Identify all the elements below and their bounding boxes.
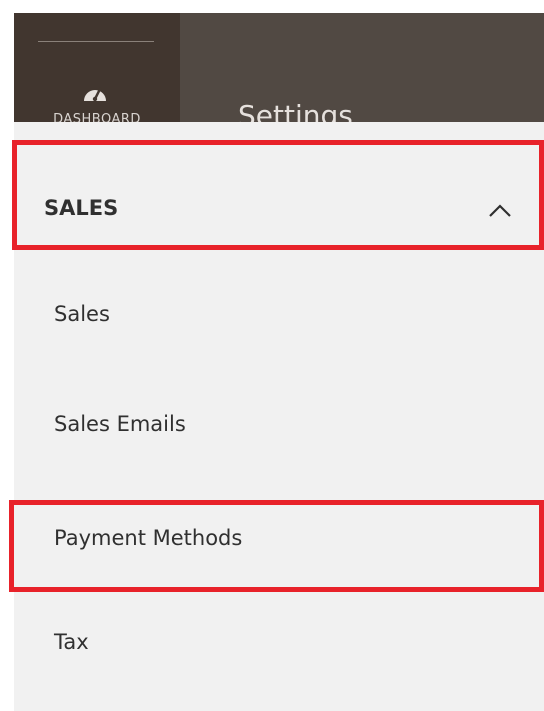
menu-item-payment-methods[interactable]: Payment Methods	[14, 506, 544, 586]
dashboard-nav-item[interactable]: DASHBOARD	[14, 13, 180, 122]
speedometer-icon	[84, 87, 106, 102]
section-header-sales[interactable]: SALES	[14, 142, 544, 268]
menu-item-label: Sales	[54, 302, 110, 326]
dashboard-label: DASHBOARD	[53, 112, 141, 122]
menu-item-label: Sales Emails	[54, 412, 186, 436]
menu-item-sales-emails[interactable]: Sales Emails	[14, 392, 544, 472]
chevron-up-icon[interactable]	[488, 204, 512, 218]
menu-item-tax[interactable]: Tax	[14, 610, 544, 690]
page-title: Settings	[238, 99, 353, 122]
menu-item-label: Tax	[54, 630, 89, 654]
admin-header: DASHBOARD Settings	[14, 13, 544, 122]
menu-item-sales[interactable]: Sales	[14, 282, 544, 362]
divider	[38, 41, 154, 42]
section-title: SALES	[44, 196, 119, 220]
settings-menu: SALES Sales Sales Emails Payment Methods…	[14, 122, 544, 711]
menu-item-label: Payment Methods	[54, 526, 243, 550]
